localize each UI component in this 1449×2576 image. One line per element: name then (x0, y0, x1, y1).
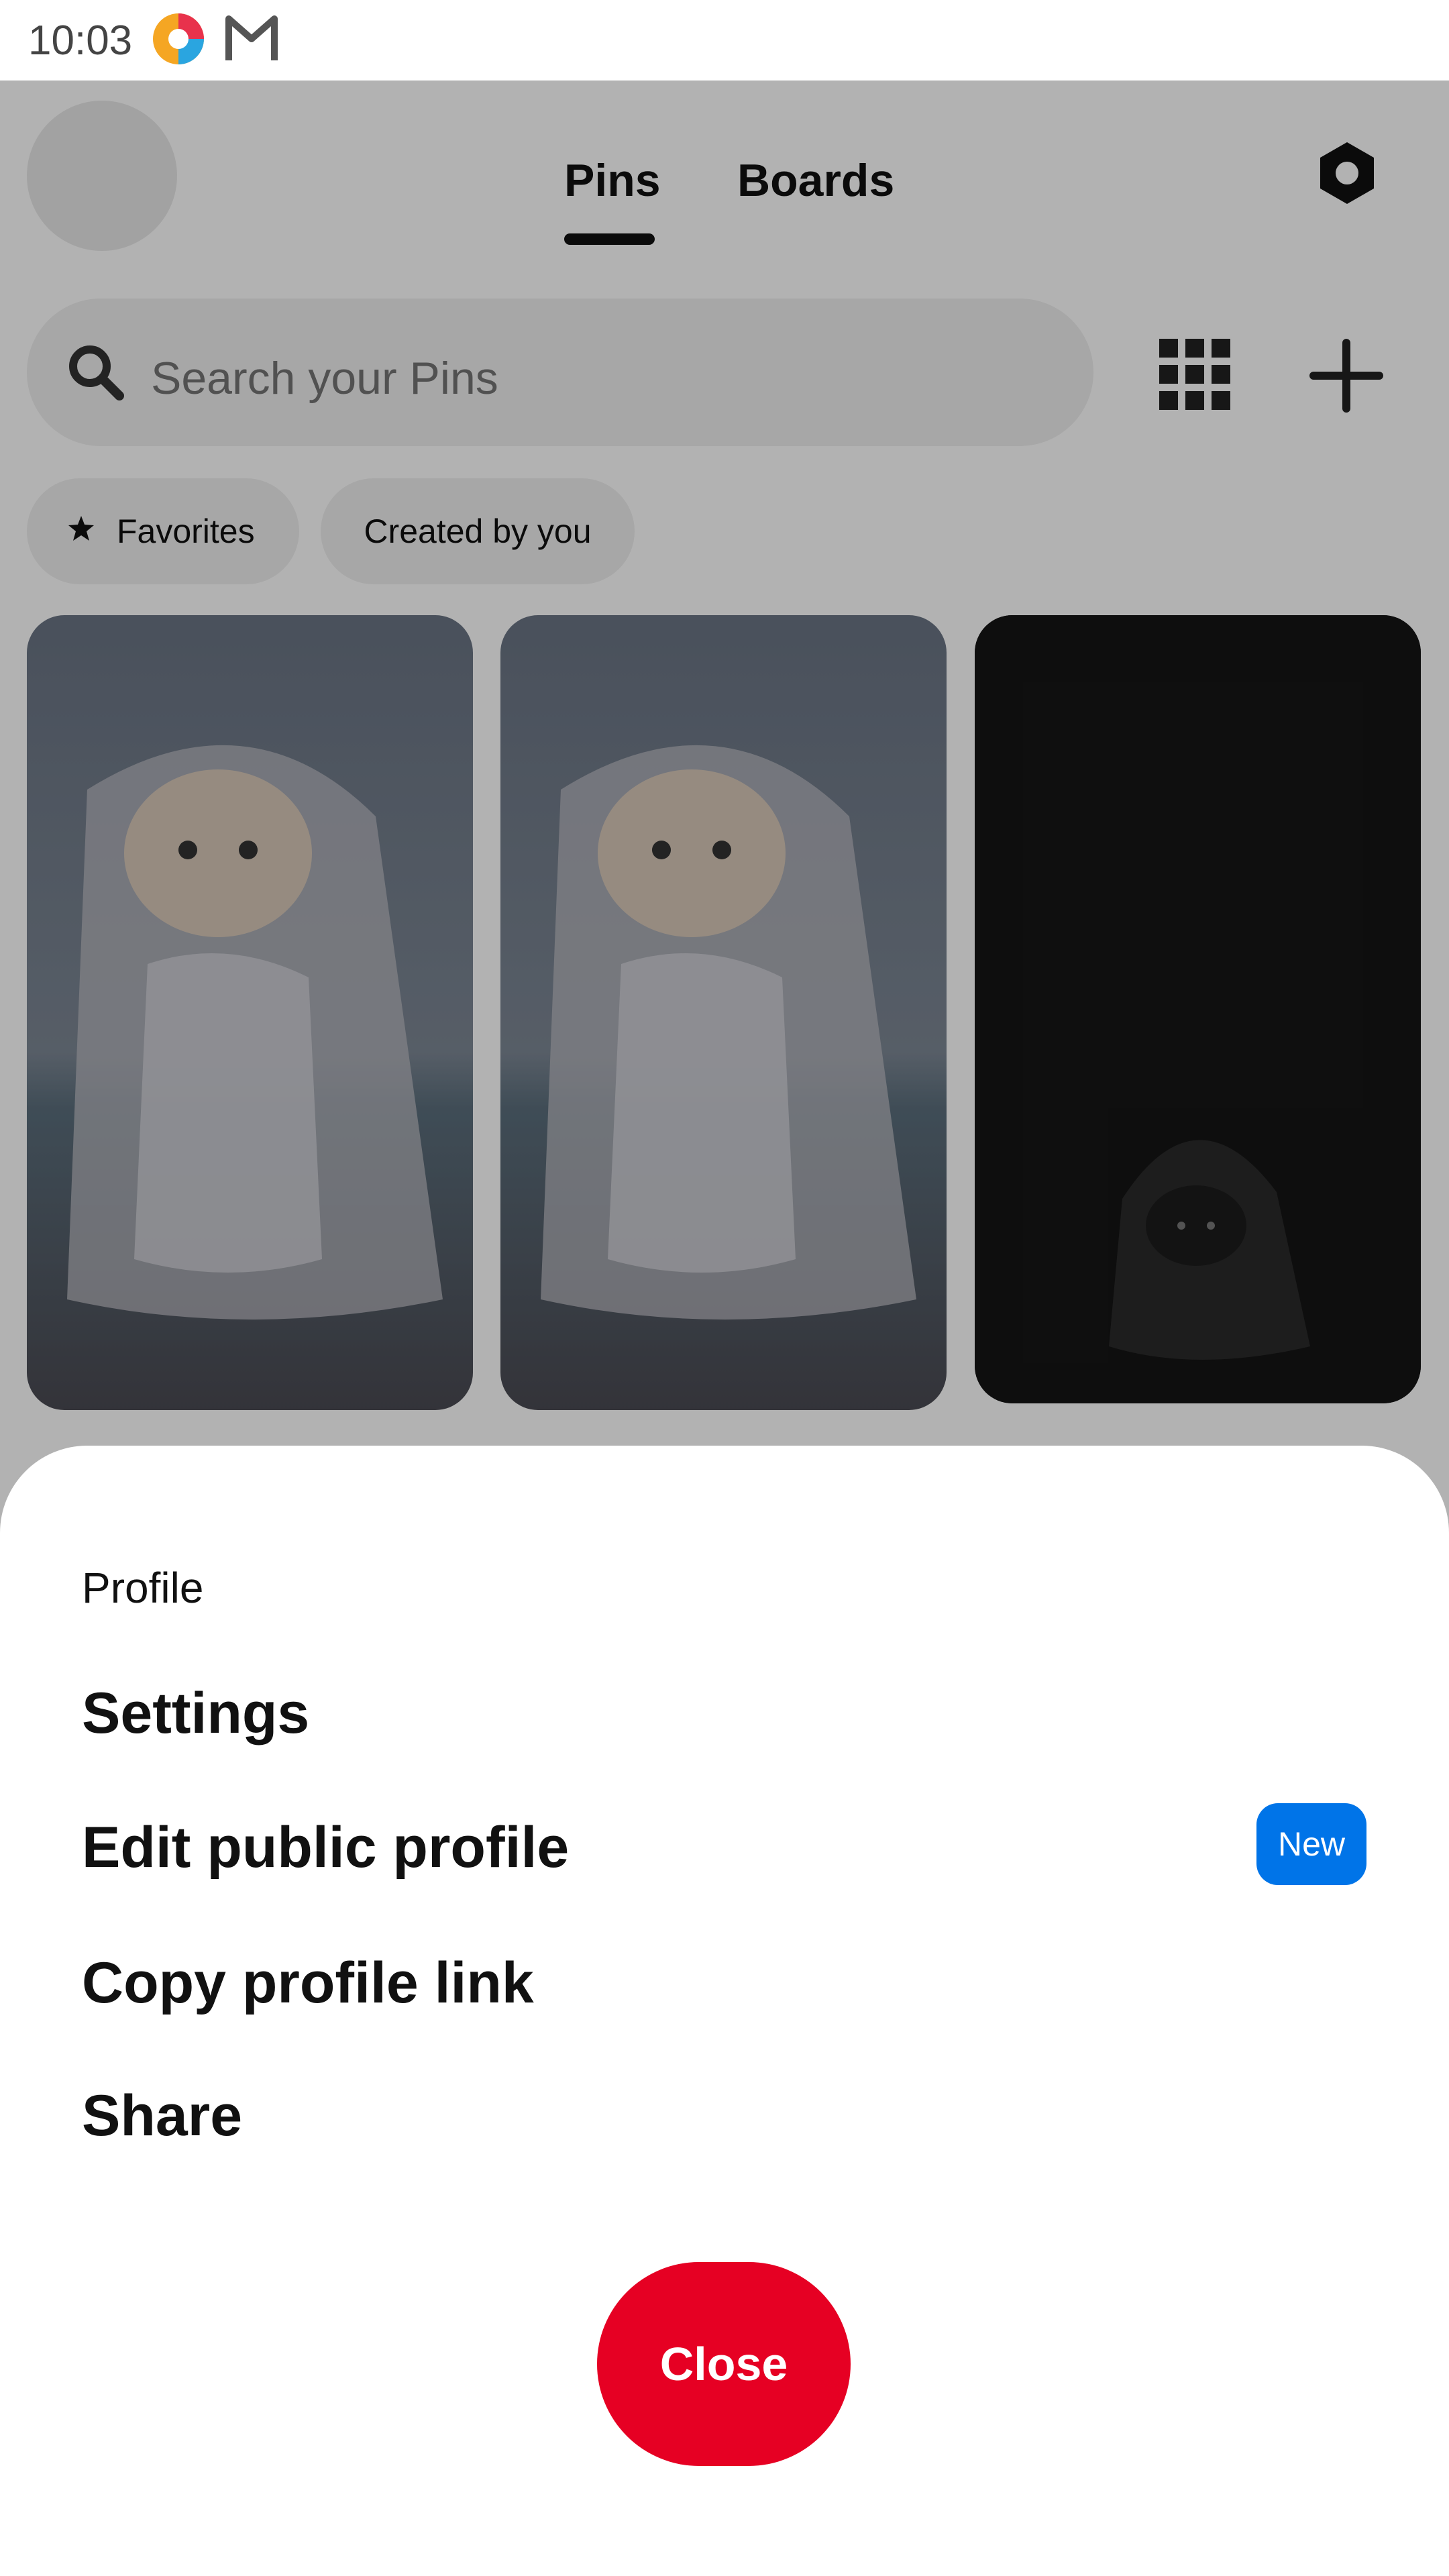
new-badge: New (1256, 1803, 1366, 1885)
status-time: 10:03 (28, 17, 133, 64)
profile-options-sheet: Profile Settings Edit public profile New… (0, 1446, 1449, 2576)
gmail-icon (225, 13, 278, 68)
menu-item-share[interactable]: Share (82, 2083, 242, 2149)
menu-item-copy-profile-link[interactable]: Copy profile link (82, 1950, 534, 2017)
sheet-title: Profile (82, 1564, 204, 1612)
menu-item-edit-public-profile[interactable]: Edit public profile (82, 1815, 569, 1881)
status-bar: 10:03 (0, 0, 1449, 80)
menu-item-settings[interactable]: Settings (82, 1680, 309, 1747)
app-notification-icon (151, 11, 206, 70)
close-button[interactable]: Close (597, 2262, 851, 2466)
